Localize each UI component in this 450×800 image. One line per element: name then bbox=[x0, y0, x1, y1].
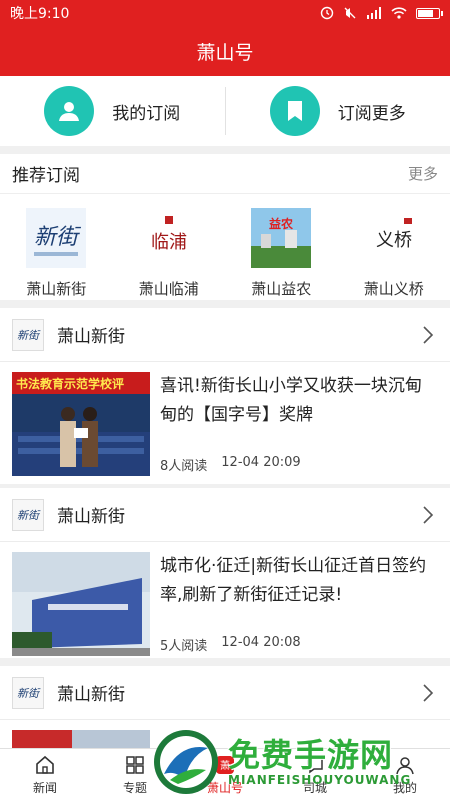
card-header[interactable]: 新街 萧山新街 bbox=[0, 488, 450, 542]
linpu-logo-text: 临浦 bbox=[151, 232, 187, 253]
article-thumbnail: 书法教育示范学校评 bbox=[12, 372, 150, 476]
svg-text:萧: 萧 bbox=[220, 760, 230, 772]
tab-xiaoshan-hao[interactable]: 萧 萧山号 bbox=[180, 749, 270, 800]
signal-icon bbox=[367, 7, 381, 19]
source-logo: 新街 bbox=[12, 676, 44, 709]
page-title: 萧山号 bbox=[196, 41, 254, 64]
status-icons bbox=[320, 6, 443, 20]
source-logo: 新街 bbox=[12, 318, 44, 351]
title-bar: 萧山号 bbox=[0, 26, 450, 76]
xiaoshan-icon: 萧 bbox=[213, 753, 237, 777]
home-icon bbox=[33, 753, 57, 777]
recommend-item-xinjie[interactable]: 新街 萧山新街 bbox=[0, 194, 113, 300]
source-logo: 新街 bbox=[12, 498, 44, 531]
tab-news[interactable]: 新闻 bbox=[0, 749, 90, 800]
article-thumbnail bbox=[12, 730, 150, 748]
more-subscriptions-button[interactable]: 订阅更多 bbox=[226, 76, 450, 146]
source-logo-text: 新街 bbox=[17, 329, 41, 342]
article-title: 喜讯!新街长山小学又收获一块沉甸甸的【国字号】奖牌 bbox=[160, 376, 422, 425]
article-info: 喜讯!新街长山小学又收获一块沉甸甸的【国字号】奖牌 8人阅读 12-04 20:… bbox=[160, 372, 438, 476]
recommend-item-linpu[interactable]: 临浦 萧山临浦 bbox=[113, 194, 226, 300]
read-count: 5人阅读 bbox=[160, 639, 208, 654]
recommend-item-label: 萧山临浦 bbox=[138, 280, 199, 298]
battery-icon bbox=[416, 7, 443, 19]
chevron-right-icon bbox=[418, 325, 438, 345]
bookmark-icon bbox=[269, 86, 320, 136]
publish-date: 12-04 20:09 bbox=[221, 455, 301, 470]
user-icon bbox=[44, 86, 95, 136]
article-thumbnail bbox=[12, 552, 150, 656]
recommend-item-label: 萧山义桥 bbox=[363, 280, 424, 298]
tab-label: 我的 bbox=[392, 781, 417, 795]
publish-date: 12-04 20:08 bbox=[221, 635, 301, 650]
article-meta: 5人阅读 12-04 20:08 bbox=[160, 635, 438, 656]
source-name: 萧山新街 bbox=[57, 507, 125, 527]
subscribe-bar: 我的订阅 订阅更多 bbox=[0, 76, 450, 146]
chevron-right-icon bbox=[418, 683, 438, 703]
tab-topics[interactable]: 专题 bbox=[90, 749, 180, 800]
xinjie-logo-text: 新街 bbox=[34, 225, 82, 250]
thumbnail-banner-text: 书法教育示范学校评 bbox=[16, 376, 124, 391]
recommend-item-label: 萧山新街 bbox=[26, 280, 87, 298]
city-icon bbox=[303, 753, 327, 777]
article-item[interactable]: 书法教育示范学校评 喜讯!新街长山小学又收获一块沉甸甸的【国字号】奖牌 8人阅读… bbox=[0, 362, 450, 476]
yinong-logo-text: 益农 bbox=[269, 216, 293, 231]
grid-icon bbox=[123, 753, 147, 777]
yinong-logo: 益农 bbox=[251, 208, 312, 268]
tab-label: 专题 bbox=[122, 781, 147, 795]
tab-label: 新闻 bbox=[32, 781, 57, 795]
article-meta: 8人阅读 12-04 20:09 bbox=[160, 455, 438, 476]
article-card: 新街 萧山新街 bbox=[0, 666, 450, 748]
article-item[interactable] bbox=[0, 720, 450, 748]
article-title: 城市化·征迁|新街长山征迁首日签约率,刷新了新街征迁记录! bbox=[160, 556, 427, 605]
linpu-logo: 临浦 bbox=[138, 208, 199, 268]
article-item[interactable]: 城市化·征迁|新街长山征迁首日签约率,刷新了新街征迁记录! 5人阅读 12-04… bbox=[0, 542, 450, 656]
recommend-item-yinong[interactable]: 益农 萧山益农 bbox=[225, 194, 338, 300]
article-card: 新街 萧山新街 书法教育示范学校评 喜讯!新街长山小学又收获一块沉甸甸的【国字号… bbox=[0, 308, 450, 484]
recommend-more-link[interactable]: 更多 bbox=[408, 163, 438, 184]
read-count: 8人阅读 bbox=[160, 459, 208, 474]
status-bar: 晚上9:10 bbox=[0, 0, 450, 26]
clock-icon bbox=[320, 6, 334, 20]
recommend-list: 新街 萧山新街 临浦 萧山临浦 益农 萧山益农 义桥 萧山义桥 bbox=[0, 194, 450, 300]
tab-city[interactable]: 司城 bbox=[270, 749, 360, 800]
bottom-tab-bar: 新闻 专题 萧 萧山号 司城 我的 bbox=[0, 748, 450, 800]
recommend-section: 推荐订阅 更多 新街 萧山新街 临浦 萧山临浦 益农 萧山益农 义桥 萧山义桥 bbox=[0, 154, 450, 300]
recommend-title: 推荐订阅 bbox=[12, 166, 80, 186]
recommend-item-label: 萧山益农 bbox=[251, 280, 312, 298]
tab-me[interactable]: 我的 bbox=[360, 749, 450, 800]
source-name: 萧山新街 bbox=[57, 685, 125, 705]
source-logo-text: 新街 bbox=[17, 509, 41, 522]
article-card: 新街 萧山新街 城市化·征迁|新街长山征迁首日签约率,刷新了新街征迁记录! 5人… bbox=[0, 488, 450, 658]
source-name: 萧山新街 bbox=[57, 327, 125, 347]
yiqiao-logo-text: 义桥 bbox=[376, 230, 412, 251]
user-icon bbox=[393, 753, 417, 777]
card-header[interactable]: 新街 萧山新街 bbox=[0, 666, 450, 720]
xinjie-logo: 新街 bbox=[26, 208, 87, 268]
card-header[interactable]: 新街 萧山新街 bbox=[0, 308, 450, 362]
article-info: 城市化·征迁|新街长山征迁首日签约率,刷新了新街征迁记录! 5人阅读 12-04… bbox=[160, 552, 438, 656]
tab-label: 司城 bbox=[302, 781, 327, 795]
yiqiao-logo: 义桥 bbox=[363, 208, 424, 268]
recommend-item-yiqiao[interactable]: 义桥 萧山义桥 bbox=[338, 194, 450, 300]
more-subscriptions-label: 订阅更多 bbox=[337, 103, 406, 124]
recommend-header: 推荐订阅 更多 bbox=[0, 154, 450, 194]
status-time: 晚上9:10 bbox=[10, 6, 70, 22]
chevron-right-icon bbox=[418, 505, 438, 525]
tab-label: 萧山号 bbox=[206, 781, 243, 795]
my-subscriptions-button[interactable]: 我的订阅 bbox=[0, 76, 225, 146]
mute-icon bbox=[344, 7, 356, 19]
wifi-icon bbox=[391, 7, 407, 19]
my-subscriptions-label: 我的订阅 bbox=[112, 103, 181, 124]
source-logo-text: 新街 bbox=[17, 687, 41, 700]
